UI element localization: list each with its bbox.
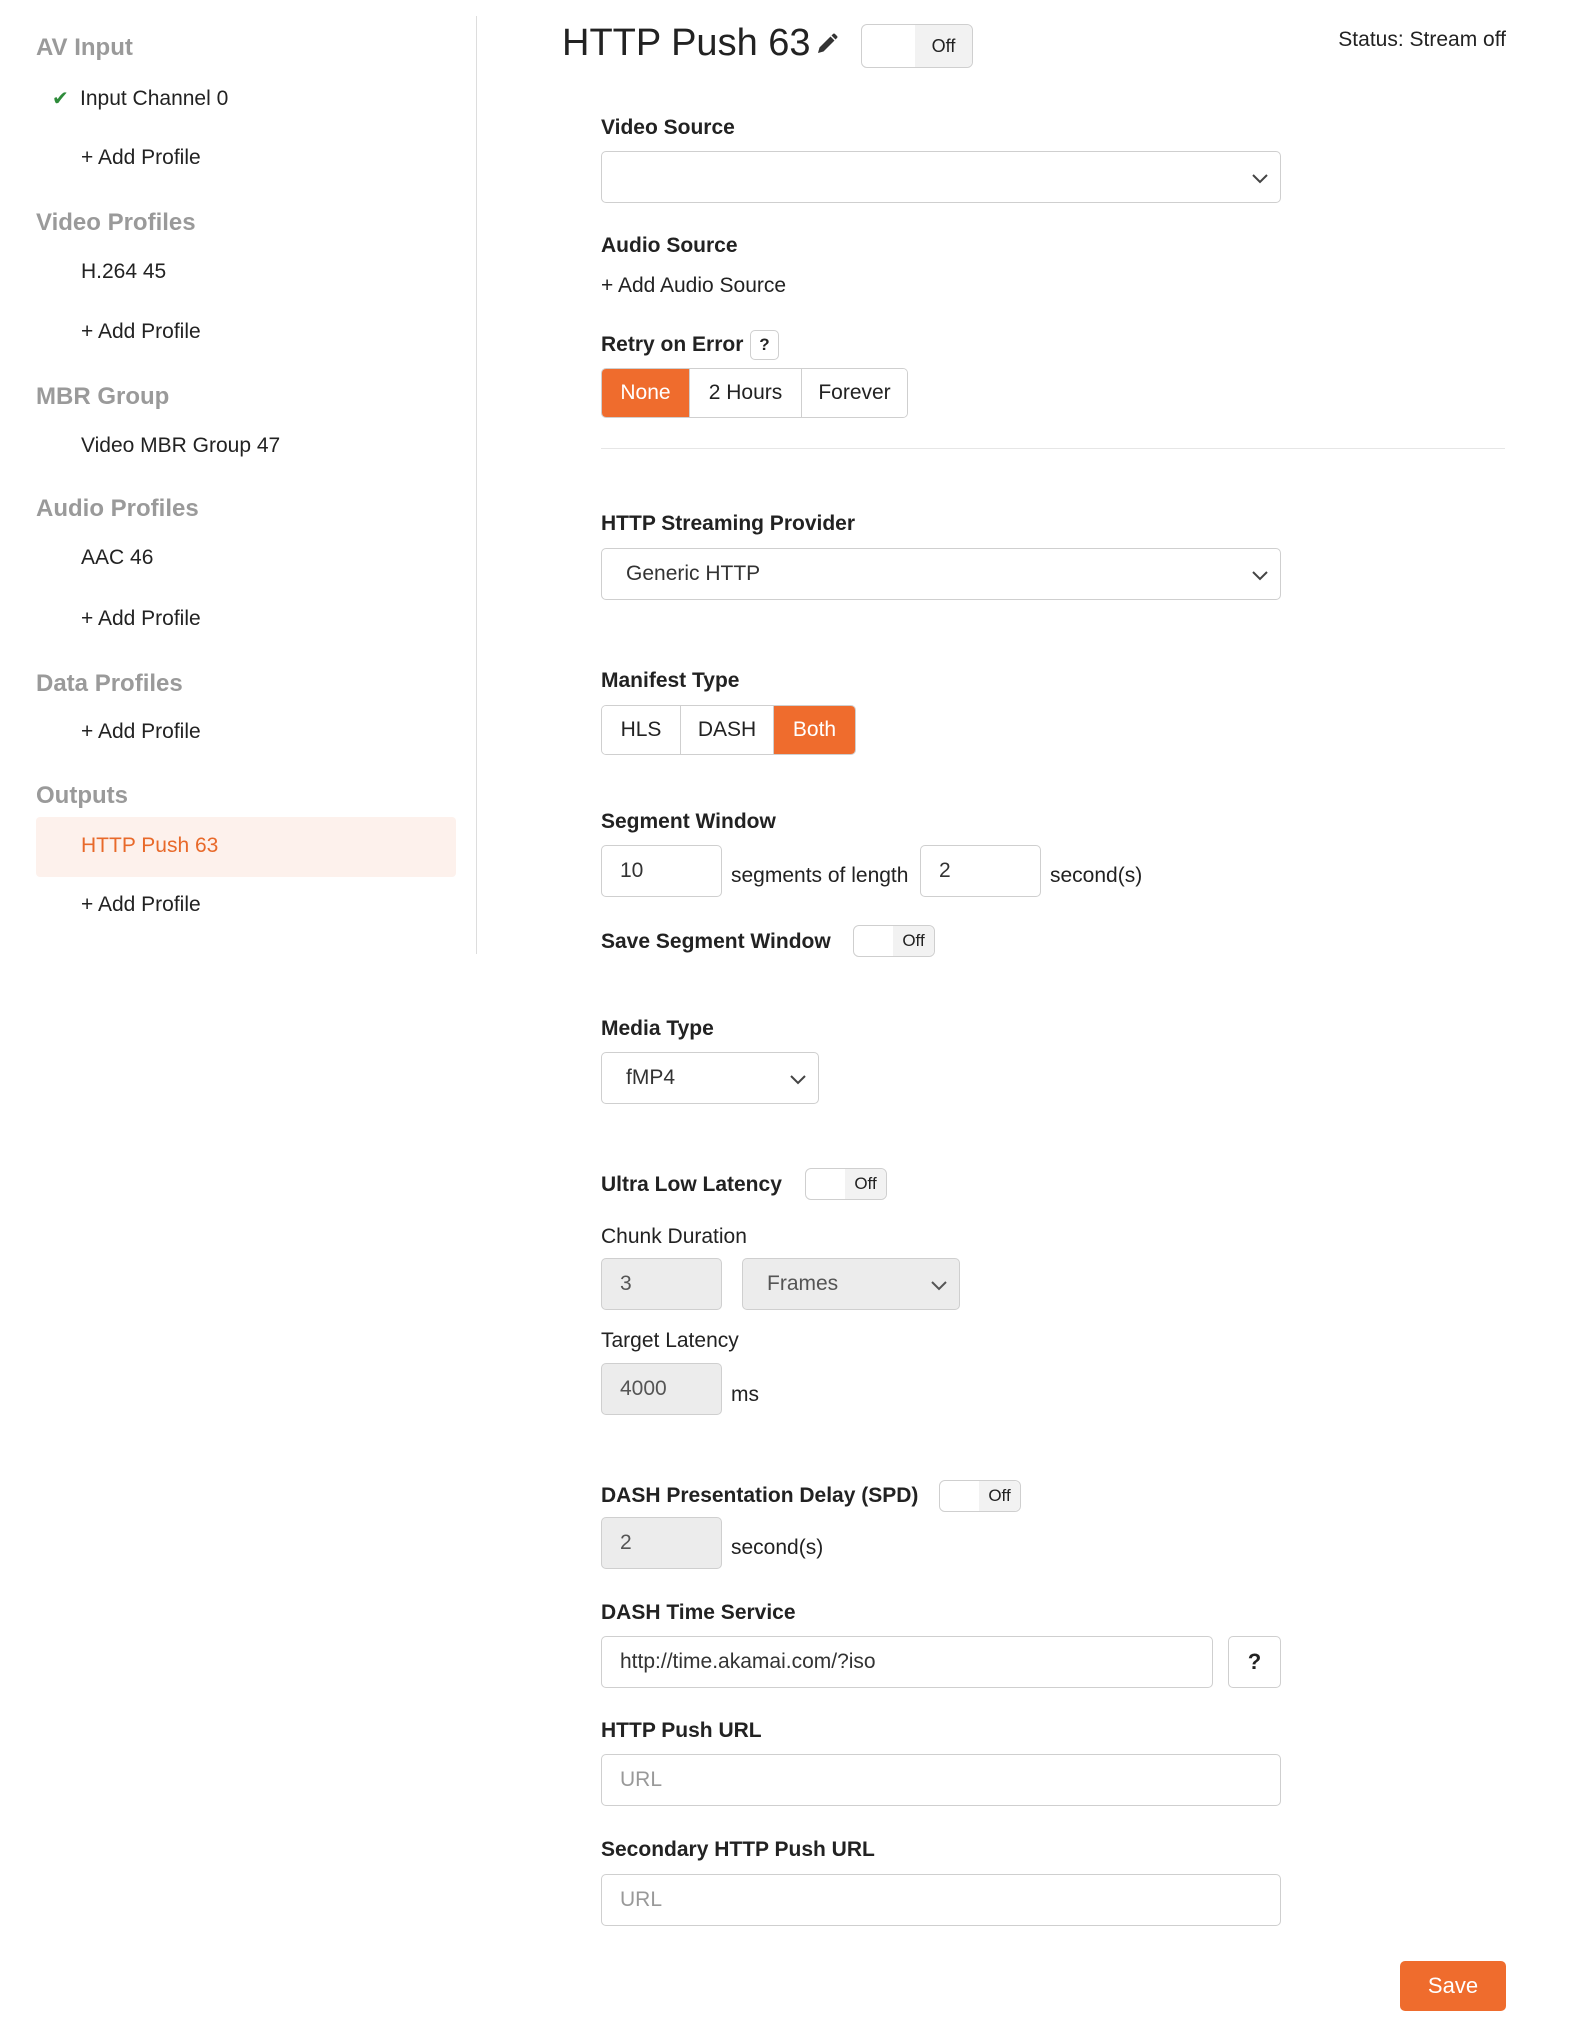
chunk-duration-label: Chunk Duration [601, 1225, 747, 1248]
http-push-url-label: HTTP Push URL [601, 1719, 762, 1742]
toggle-knob [806, 1169, 846, 1199]
segment-length-input[interactable]: 2 [920, 845, 1041, 897]
toggle-state-label: Off [915, 25, 972, 67]
audio-source-label: Audio Source [601, 234, 738, 257]
segment-window-label: Segment Window [601, 810, 776, 833]
retry-on-error-label: Retry on Error [601, 333, 744, 356]
chevron-down-icon [931, 1281, 947, 1291]
secondary-push-url-label: Secondary HTTP Push URL [601, 1838, 875, 1861]
retry-option-forever[interactable]: Forever [801, 369, 907, 417]
retry-help-button[interactable]: ? [750, 330, 779, 360]
toggle-knob [854, 926, 894, 956]
toggle-state-label: Off [979, 1481, 1020, 1511]
ultra-low-latency-toggle[interactable]: Off [805, 1168, 887, 1200]
sidebar-section-av-input: AV Input [36, 34, 133, 61]
sidebar-section-outputs: Outputs [36, 782, 128, 809]
chevron-down-icon [790, 1075, 806, 1085]
sidebar-item-http-push[interactable]: HTTP Push 63 [36, 817, 456, 877]
add-audio-profile-link[interactable]: + Add Profile [81, 607, 201, 631]
sidebar-divider [476, 16, 477, 954]
retry-option-none[interactable]: None [602, 369, 689, 417]
segment-count-input[interactable]: 10 [601, 845, 722, 897]
target-latency-input[interactable]: 4000 [601, 1363, 722, 1415]
retry-option-2-hours[interactable]: 2 Hours [689, 369, 801, 417]
select-value: Generic HTTP [626, 562, 761, 585]
save-button[interactable]: Save [1400, 1961, 1506, 2011]
segments-of-length-text: segments of length [731, 864, 909, 887]
toggle-state-label: Off [845, 1169, 886, 1199]
chevron-down-icon [1252, 571, 1268, 581]
stream-status: Status: Stream off [1338, 28, 1506, 51]
edit-pencil-icon[interactable] [815, 32, 839, 56]
section-divider [601, 448, 1505, 449]
target-latency-unit: ms [731, 1383, 759, 1406]
save-segment-window-toggle[interactable]: Off [853, 925, 935, 957]
retry-option-group: None 2 Hours Forever [601, 368, 908, 418]
chevron-down-icon [1252, 174, 1268, 184]
chunk-duration-input[interactable]: 3 [601, 1258, 722, 1310]
dash-spd-label: DASH Presentation Delay (SPD) [601, 1484, 919, 1507]
manifest-option-hls[interactable]: HLS [602, 706, 680, 754]
media-type-label: Media Type [601, 1017, 714, 1040]
dash-time-service-help-button[interactable]: ? [1228, 1636, 1281, 1688]
sidebar-item-label: Input Channel 0 [80, 87, 229, 110]
add-output-profile-link[interactable]: + Add Profile [81, 893, 201, 917]
select-value: Frames [767, 1272, 839, 1295]
sidebar-section-audio-profiles: Audio Profiles [36, 495, 199, 522]
dash-spd-toggle[interactable]: Off [939, 1480, 1021, 1512]
add-video-profile-link[interactable]: + Add Profile [81, 320, 201, 344]
dash-spd-unit: second(s) [731, 1536, 824, 1559]
output-enable-toggle[interactable]: Off [861, 24, 973, 68]
toggle-knob [940, 1481, 980, 1511]
save-segment-window-label: Save Segment Window [601, 930, 831, 953]
manifest-option-dash[interactable]: DASH [680, 706, 773, 754]
streaming-provider-select[interactable]: Generic HTTP [601, 548, 1281, 600]
sidebar-item-h264[interactable]: H.264 45 [81, 260, 166, 284]
add-audio-source-link[interactable]: + Add Audio Source [601, 274, 786, 298]
toggle-knob [862, 25, 916, 67]
manifest-type-label: Manifest Type [601, 669, 740, 692]
add-data-profile-link[interactable]: + Add Profile [81, 720, 201, 744]
segment-length-unit: second(s) [1050, 864, 1143, 887]
ultra-low-latency-label: Ultra Low Latency [601, 1173, 782, 1196]
toggle-state-label: Off [893, 926, 934, 956]
http-push-url-input[interactable]: URL [601, 1754, 1281, 1806]
video-source-select[interactable] [601, 151, 1281, 203]
dash-time-service-label: DASH Time Service [601, 1601, 796, 1624]
sidebar-item-input-channel[interactable]: ✔ Input Channel 0 [52, 86, 228, 111]
target-latency-label: Target Latency [601, 1329, 739, 1352]
add-av-profile-link[interactable]: + Add Profile [81, 146, 201, 170]
secondary-push-url-input[interactable]: URL [601, 1874, 1281, 1926]
sidebar-item-aac[interactable]: AAC 46 [81, 546, 153, 570]
checkmark-icon: ✔ [52, 88, 69, 110]
manifest-type-group: HLS DASH Both [601, 705, 856, 755]
chunk-duration-unit-select[interactable]: Frames [742, 1258, 960, 1310]
select-value: fMP4 [626, 1066, 676, 1089]
dash-time-service-input[interactable]: http://time.akamai.com/?iso [601, 1636, 1213, 1688]
sidebar-section-mbr-group: MBR Group [36, 383, 170, 410]
dash-spd-input[interactable]: 2 [601, 1517, 722, 1569]
sidebar-section-data-profiles: Data Profiles [36, 670, 183, 697]
manifest-option-both[interactable]: Both [773, 706, 855, 754]
sidebar-section-video-profiles: Video Profiles [36, 209, 196, 236]
page-title: HTTP Push 63 [562, 22, 811, 64]
media-type-select[interactable]: fMP4 [601, 1052, 819, 1104]
streaming-provider-label: HTTP Streaming Provider [601, 512, 856, 535]
sidebar-item-label: HTTP Push 63 [81, 834, 219, 857]
sidebar-item-mbr-group[interactable]: Video MBR Group 47 [81, 434, 280, 458]
video-source-label: Video Source [601, 116, 735, 139]
